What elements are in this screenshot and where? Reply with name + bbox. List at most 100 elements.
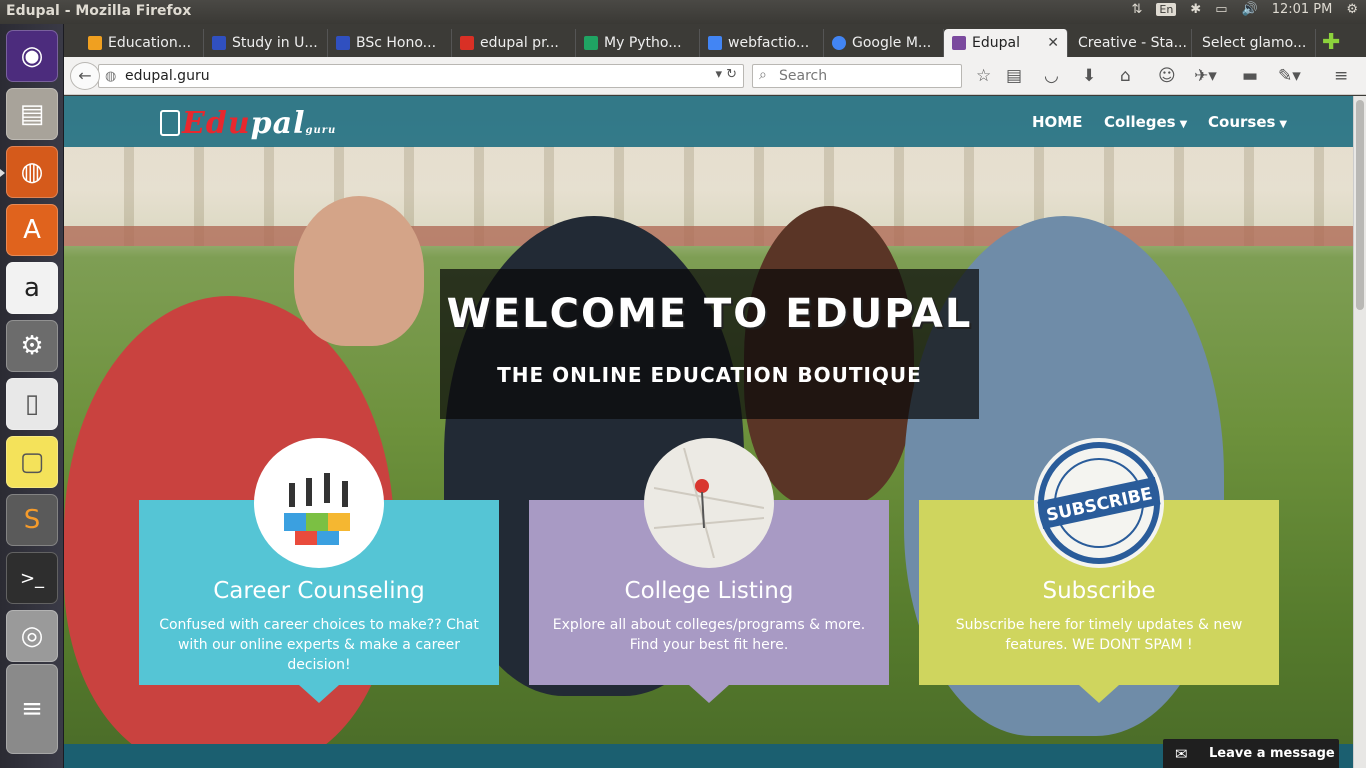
clock[interactable]: 12:01 PM [1272,2,1333,17]
url-text: edupal.guru [125,68,210,84]
hero-subtitle: THE ONLINE EDUCATION BOUTIQUE [497,363,922,387]
tab-label: Study in U... [232,35,318,51]
reading-list-icon[interactable]: ▤ [1006,66,1022,86]
tab-gmail[interactable]: edupal pr... [452,29,576,57]
pocket-icon[interactable]: ◡ [1044,66,1059,86]
card-career-counseling[interactable]: Career Counseling Confused with career c… [139,438,499,703]
tab-google[interactable]: Google M... [824,29,944,57]
new-tab-plus-icon[interactable]: ✚ [1322,30,1340,55]
tab-drive[interactable]: My Pytho... [576,29,700,57]
docs-icon [708,36,722,50]
window-title: Edupal - Mozilla Firefox [6,3,192,19]
nav-courses-label: Courses [1208,113,1276,131]
devtools-icon[interactable]: ✎▾ [1278,66,1301,86]
search-placeholder: Search [779,68,828,84]
tab-study-in[interactable]: Study in U... [204,29,328,57]
globe-icon: ◍ [105,69,117,84]
software-center-icon[interactable]: A [6,204,58,256]
card-title: Career Counseling [213,578,425,604]
close-icon[interactable]: ✕ [1047,35,1059,51]
hello-chat-icon[interactable]: ☺ [1158,66,1176,86]
files-icon[interactable]: ▤ [6,88,58,140]
card-subscribe[interactable]: SUBSCRIBE Subscribe Subscribe here for t… [919,438,1279,703]
favicon-icon [336,36,350,50]
tab-select-glamo[interactable]: Select glamo... [1192,29,1316,57]
photo-face [294,196,424,346]
volume-icon[interactable]: 🔊 [1242,2,1258,17]
leave-message-label: Leave a message [1209,746,1335,761]
download-icon[interactable]: ⬇ [1082,66,1096,86]
edupal-logo[interactable]: Edupalguru [160,106,336,141]
menu-hamburger-icon[interactable]: ≡ [1334,66,1348,86]
workspaces-icon[interactable]: ≡ [6,664,58,754]
drive-icon [584,36,598,50]
bookmark-star-icon[interactable]: ☆ [976,66,991,86]
ubuntu-dash-icon[interactable]: ◉ [6,30,58,82]
pencil-logo-icon [160,110,180,136]
web-page: Edupalguru HOME Colleges ▼ Courses ▼ WELCO… [64,96,1353,768]
envelope-icon: ✉ [1175,745,1188,763]
url-bar[interactable]: ◍ edupal.guru ▾ ↻ [98,64,744,88]
tab-label: Edupal [972,35,1020,51]
subscribe-stamp-icon: SUBSCRIBE [1034,438,1164,568]
nav-courses[interactable]: Courses ▼ [1208,113,1287,131]
unity-launcher: ◉ ▤ ◍ A a ⚙ ▯ ▢ S >_ ◎ ≡ [0,24,64,768]
tab-webfaction[interactable]: webfactio... [700,29,824,57]
hero-title: WELCOME TO EDUPAL [446,291,973,337]
caret-down-icon: ▼ [1179,119,1188,130]
favicon-icon [212,36,226,50]
hero-banner: WELCOME TO EDUPAL THE ONLINE EDUCATION B… [440,269,979,419]
tab-creative[interactable]: Creative - Sta... [1068,29,1192,57]
career-puzzle-icon [254,438,384,568]
nav-home[interactable]: HOME [1032,113,1082,131]
scrollbar-thumb[interactable] [1356,100,1364,310]
page-scrollbar[interactable] [1353,96,1366,768]
browser-nav-bar: ◍ edupal.guru ▾ ↻ ← ⌕ Search ☆ ▤ ◡ ⬇ ⌂ ☺… [64,57,1366,95]
system-top-panel: Edupal - Mozilla Firefox ⇅ En ✱ ▭ 🔊 12:0… [0,0,1366,24]
card-title: Subscribe [1042,578,1156,604]
back-arrow-icon[interactable]: ← [70,62,100,90]
battery-icon[interactable]: ▭ [1215,2,1227,17]
home-icon[interactable]: ⌂ [1120,66,1131,86]
nav-colleges[interactable]: Colleges ▼ [1104,113,1187,131]
bluetooth-icon[interactable]: ✱ [1190,2,1201,17]
card-title: College Listing [624,578,794,604]
logo-subtext: guru [305,125,337,136]
tab-label: Google M... [852,35,932,51]
search-input[interactable]: ⌕ Search [752,64,962,88]
tab-education[interactable]: Education... [80,29,204,57]
system-tray: ⇅ En ✱ ▭ 🔊 12:01 PM ⚙ [1131,2,1358,17]
card-pointer [1079,685,1119,703]
logo-text-white: pal [250,106,306,141]
disk-icon[interactable]: ◎ [6,610,58,662]
logo-text-red: Edu [182,106,251,141]
tab-label: BSc Hono... [356,35,437,51]
network-icon[interactable]: ⇅ [1131,2,1142,17]
system-settings-icon[interactable]: ⚙ [6,320,58,372]
google-icon [832,36,846,50]
tab-edupal-active[interactable]: Edupal ✕ [944,29,1068,57]
ruler-icon[interactable]: ▬ [1242,66,1258,86]
favicon-icon [88,36,102,50]
terminal-icon[interactable]: >_ [6,552,58,604]
firefox-icon[interactable]: ◍ [6,146,58,198]
site-header: Edupalguru HOME Colleges ▼ Courses ▼ [64,96,1353,147]
sublime-text-icon[interactable]: S [6,494,58,546]
tab-bsc-honours[interactable]: BSc Hono... [328,29,452,57]
background-wall [64,226,1353,246]
card-pointer [299,685,339,703]
card-college-listing[interactable]: College Listing Explore all about colleg… [529,438,889,703]
extension-icon[interactable]: ✈▾ [1194,66,1217,86]
libreoffice-icon[interactable]: ▯ [6,378,58,430]
keyboard-layout-indicator[interactable]: En [1156,3,1177,16]
gear-icon[interactable]: ⚙ [1346,2,1358,17]
amazon-icon[interactable]: a [6,262,58,314]
caret-down-icon: ▼ [1279,119,1288,130]
gmail-icon [460,36,474,50]
running-indicator [0,169,5,177]
sticky-notes-icon[interactable]: ▢ [6,436,58,488]
reload-icon[interactable]: ▾ ↻ [715,67,737,82]
map-pin-icon [644,438,774,568]
card-text: Subscribe here for timely updates & new … [955,617,1243,653]
leave-message-button[interactable]: ✉ Leave a message [1163,739,1339,768]
